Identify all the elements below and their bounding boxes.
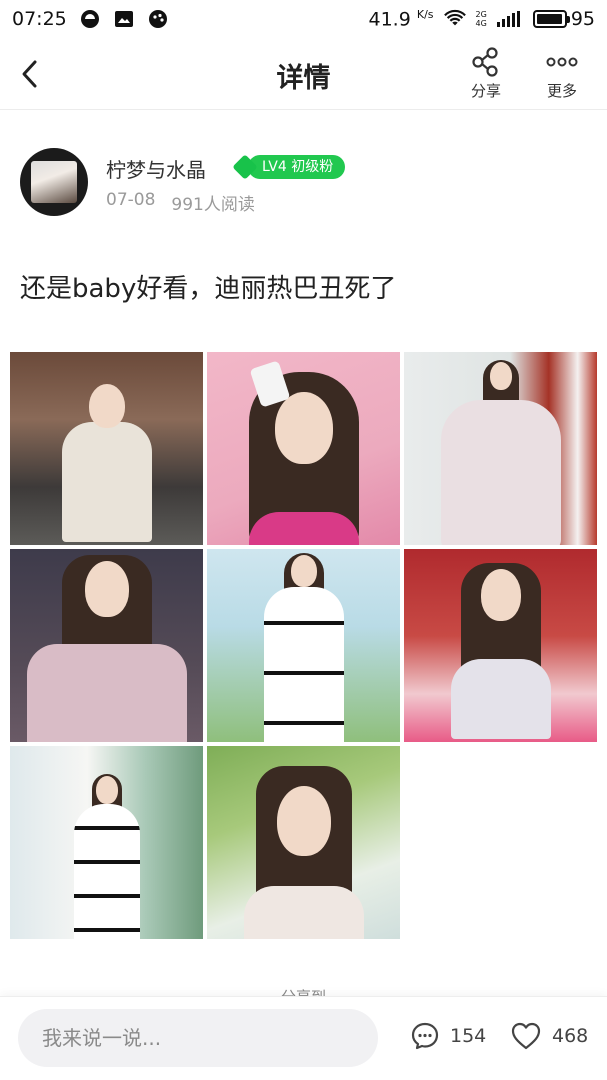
- share-to-label: 分享到: [0, 984, 607, 996]
- share-label: 分享: [470, 82, 501, 100]
- photo-grid: [10, 352, 597, 939]
- status-time: 07:25: [12, 8, 67, 30]
- battery-icon: [532, 9, 570, 28]
- more-label: 更多: [546, 82, 577, 100]
- back-button[interactable]: [10, 52, 50, 96]
- post-text: 还是baby好看，迪丽热巴丑死了: [20, 274, 397, 304]
- comment-count: 154: [450, 1025, 487, 1047]
- comments-button[interactable]: 154: [410, 1021, 486, 1051]
- notification-app-icon: [79, 8, 101, 30]
- photo-6[interactable]: [404, 549, 597, 742]
- photo-8[interactable]: [207, 746, 400, 939]
- photo-2[interactable]: [207, 352, 400, 545]
- share-button[interactable]: 分享: [456, 46, 516, 106]
- chevron-left-icon: [22, 60, 37, 88]
- signal-bars-icon: [496, 8, 523, 30]
- level-badge-text: LV4 初级粉: [248, 155, 346, 179]
- photo-4[interactable]: [10, 549, 203, 742]
- like-button[interactable]: 468: [510, 1021, 588, 1051]
- photo-1[interactable]: [10, 352, 203, 545]
- network-speed: 41.9 K/s: [368, 7, 434, 31]
- more-dots-icon: [546, 57, 578, 67]
- author-row: 柠梦与水晶 LV4 初级粉 07-08 991人阅读: [20, 148, 590, 218]
- level-badge: LV4 初级粉: [232, 154, 346, 180]
- heart-icon: [511, 1022, 541, 1050]
- photo-5[interactable]: [207, 549, 400, 742]
- comment-input[interactable]: [18, 1009, 378, 1067]
- battery-indicator: 95: [532, 8, 595, 30]
- post-date: 07-08: [106, 190, 156, 210]
- author-name[interactable]: 柠梦与水晶: [106, 154, 206, 183]
- photo-3[interactable]: [404, 352, 597, 545]
- more-button[interactable]: 更多: [532, 46, 592, 106]
- wifi-icon: [443, 8, 466, 30]
- avatar[interactable]: [20, 148, 88, 216]
- notification-image-icon: [113, 8, 135, 30]
- bottom-bar: 154 468: [0, 996, 607, 1080]
- read-count: 991人阅读: [171, 195, 255, 215]
- photo-7[interactable]: [10, 746, 203, 939]
- signal-indicator: 2G 4G: [475, 9, 487, 28]
- nav-header: 详情 分享 更多: [0, 38, 607, 110]
- like-count: 468: [552, 1025, 589, 1047]
- comment-icon: [411, 1022, 439, 1050]
- post-meta: 07-08 991人阅读: [106, 190, 255, 215]
- status-bar: 07:25 41.9 K/s 2G 4G 95: [0, 0, 607, 38]
- share-icon: [472, 47, 498, 77]
- notification-palette-icon: [147, 8, 169, 30]
